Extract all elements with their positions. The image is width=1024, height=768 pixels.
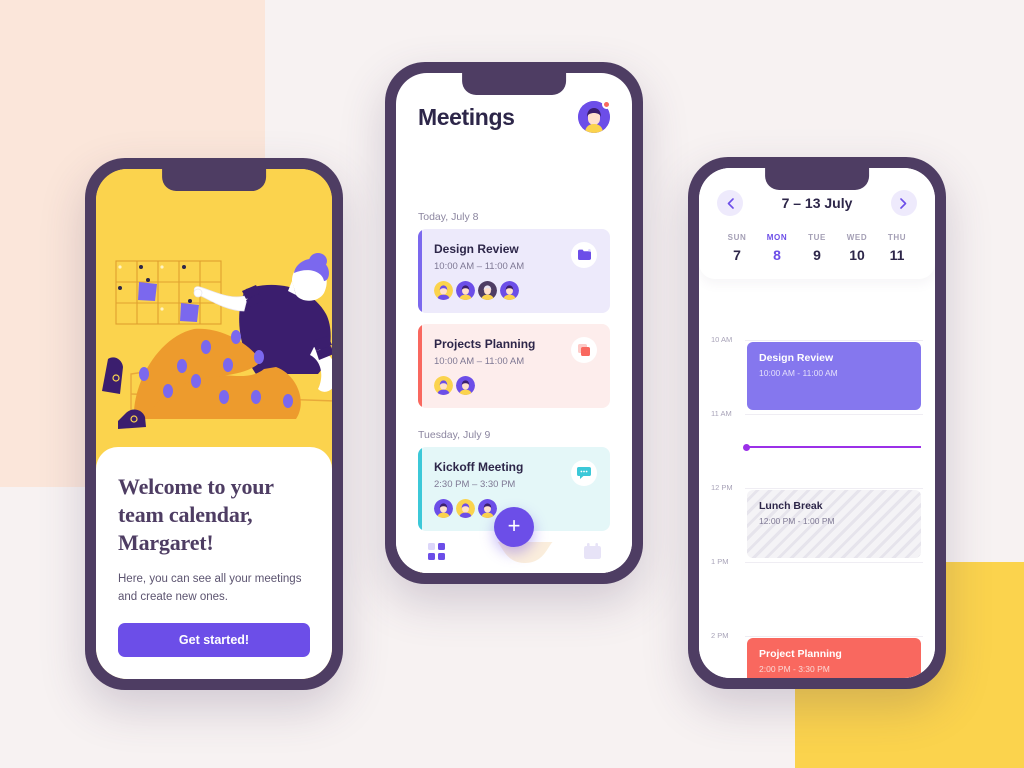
weekday-label: SUN bbox=[727, 233, 747, 242]
meeting-time: 10:00 AM – 11:00 AM bbox=[434, 356, 525, 367]
hour-gridline bbox=[745, 414, 923, 415]
chat-bubble-icon[interactable] bbox=[571, 460, 597, 486]
week-day-selector[interactable]: SUN 7 MON 8 TUE 9 WED 10 THU 11 bbox=[717, 233, 917, 263]
folder-icon[interactable] bbox=[571, 242, 597, 268]
phone-notch bbox=[462, 73, 566, 95]
meetings-screen: Meetings Today, July 8 Design Review 10:00… bbox=[396, 73, 632, 573]
page-title: Welcome to your team calendar, Margaret! bbox=[118, 474, 274, 556]
notification-badge bbox=[602, 100, 611, 109]
attendee-avatar bbox=[434, 376, 453, 395]
day-label: Tuesday, July 9 bbox=[418, 429, 491, 441]
agenda-event[interactable]: Design Review 10:00 AM - 11:00 AM bbox=[747, 342, 921, 410]
agenda-screen: 7 – 13 July SUN 7 MON 8 TUE 9 WED 10 THU 11 10 AM… bbox=[699, 168, 935, 678]
hour-gridline bbox=[745, 562, 923, 563]
card-accent-stripe bbox=[418, 447, 422, 531]
weekday-label: THU bbox=[887, 233, 907, 242]
hour-gridline bbox=[745, 340, 923, 341]
attendee-avatar bbox=[478, 281, 497, 300]
attendee-avatar bbox=[434, 499, 453, 518]
agenda-timeline[interactable]: 10 AM11 AM12 PM1 PM2 PM3 PM4 PMDesign Re… bbox=[699, 318, 935, 678]
event-title: Design Review bbox=[759, 352, 834, 364]
hour-label: 12 PM bbox=[711, 483, 733, 492]
day-label: Today, July 8 bbox=[418, 211, 479, 223]
week-day-mon[interactable]: MON 8 bbox=[757, 233, 797, 263]
week-navigation: 7 – 13 July bbox=[717, 190, 917, 216]
event-title: Lunch Break bbox=[759, 500, 823, 512]
week-day-sun[interactable]: SUN 7 bbox=[717, 233, 757, 263]
hour-row: 2 PM bbox=[699, 631, 935, 640]
phone-notch bbox=[765, 168, 869, 190]
attendee-avatar bbox=[500, 281, 519, 300]
stop-square-icon[interactable] bbox=[571, 337, 597, 363]
weekday-number: 11 bbox=[889, 247, 905, 263]
week-day-tue[interactable]: TUE 9 bbox=[797, 233, 837, 263]
card-accent-stripe bbox=[418, 324, 422, 408]
onboarding-card: Welcome to your team calendar, Margaret!… bbox=[96, 447, 332, 679]
calendar-icon[interactable] bbox=[570, 543, 614, 559]
hour-label: 11 AM bbox=[711, 409, 732, 418]
event-time: 12:00 PM - 1:00 PM bbox=[759, 516, 835, 526]
phone-meetings: Meetings Today, July 8 Design Review 10:00… bbox=[385, 62, 643, 584]
weekday-number: 9 bbox=[813, 247, 821, 263]
attendee-avatar bbox=[434, 281, 453, 300]
meeting-time: 2:30 PM – 3:30 PM bbox=[434, 479, 516, 490]
agenda-event[interactable]: Project Planning 2:00 PM - 3:30 PM bbox=[747, 638, 921, 678]
woman-on-couch-with-calendar-grid-icon bbox=[96, 169, 332, 469]
hour-row: 1 PM bbox=[699, 557, 935, 566]
weekday-label: MON bbox=[766, 233, 788, 242]
current-time-line bbox=[747, 446, 921, 448]
meeting-time: 10:00 AM – 11:00 AM bbox=[434, 261, 525, 272]
hour-row: 10 AM bbox=[699, 335, 935, 344]
hour-row: 11 AM bbox=[699, 409, 935, 418]
attendee-avatar bbox=[456, 499, 475, 518]
weekday-number: 8 bbox=[773, 247, 781, 263]
get-started-button[interactable]: Get started! bbox=[118, 623, 310, 657]
avatar[interactable] bbox=[578, 100, 611, 133]
grid-icon[interactable] bbox=[414, 542, 458, 560]
weekday-number: 10 bbox=[849, 247, 865, 263]
onboarding-illustration bbox=[96, 169, 332, 469]
attendee-list bbox=[434, 376, 596, 395]
attendee-avatar bbox=[456, 281, 475, 300]
hour-label: 10 AM bbox=[711, 335, 733, 344]
chevron-right-icon[interactable] bbox=[890, 190, 917, 216]
hour-row: 12 PM bbox=[699, 483, 935, 492]
card-accent-stripe bbox=[418, 229, 422, 313]
hour-label: 1 PM bbox=[711, 557, 729, 566]
hour-gridline bbox=[745, 636, 923, 637]
agenda-event[interactable]: Lunch Break 12:00 PM - 1:00 PM bbox=[747, 490, 921, 558]
current-time-dot bbox=[743, 443, 750, 451]
week-range-label: 7 – 13 July bbox=[781, 195, 853, 211]
scene-canvas: Welcome to your team calendar, Margaret!… bbox=[0, 0, 1024, 768]
chevron-left-icon[interactable] bbox=[717, 190, 743, 216]
onboarding-subtitle: Here, you can see all your meetings and … bbox=[118, 573, 302, 604]
attendee-list bbox=[434, 281, 596, 300]
event-time: 2:00 PM - 3:30 PM bbox=[759, 664, 830, 674]
hour-gridline bbox=[745, 488, 923, 489]
week-day-thu[interactable]: THU 11 bbox=[877, 233, 917, 263]
event-time: 10:00 AM - 11:00 AM bbox=[759, 368, 838, 378]
meeting-card[interactable]: Projects Planning 10:00 AM – 11:00 AM bbox=[418, 324, 610, 408]
hour-label: 2 PM bbox=[711, 631, 729, 640]
onboarding-screen: Welcome to your team calendar, Margaret!… bbox=[96, 169, 332, 679]
attendee-avatar bbox=[456, 376, 475, 395]
attendee-avatar bbox=[478, 499, 497, 518]
page-title: Meetings bbox=[418, 103, 515, 130]
add-meeting-button[interactable]: + bbox=[494, 507, 534, 547]
weekday-label: TUE bbox=[808, 233, 826, 242]
phone-agenda: 7 – 13 July SUN 7 MON 8 TUE 9 WED 10 THU 11 10 AM… bbox=[688, 157, 946, 689]
meeting-card[interactable]: Design Review 10:00 AM – 11:00 AM bbox=[418, 229, 610, 313]
phone-onboarding: Welcome to your team calendar, Margaret!… bbox=[85, 158, 343, 690]
event-title: Project Planning bbox=[759, 648, 842, 660]
weekday-number: 7 bbox=[733, 247, 741, 263]
week-day-wed[interactable]: WED 10 bbox=[837, 233, 877, 263]
weekday-label: WED bbox=[846, 233, 868, 242]
phone-notch bbox=[162, 169, 266, 191]
